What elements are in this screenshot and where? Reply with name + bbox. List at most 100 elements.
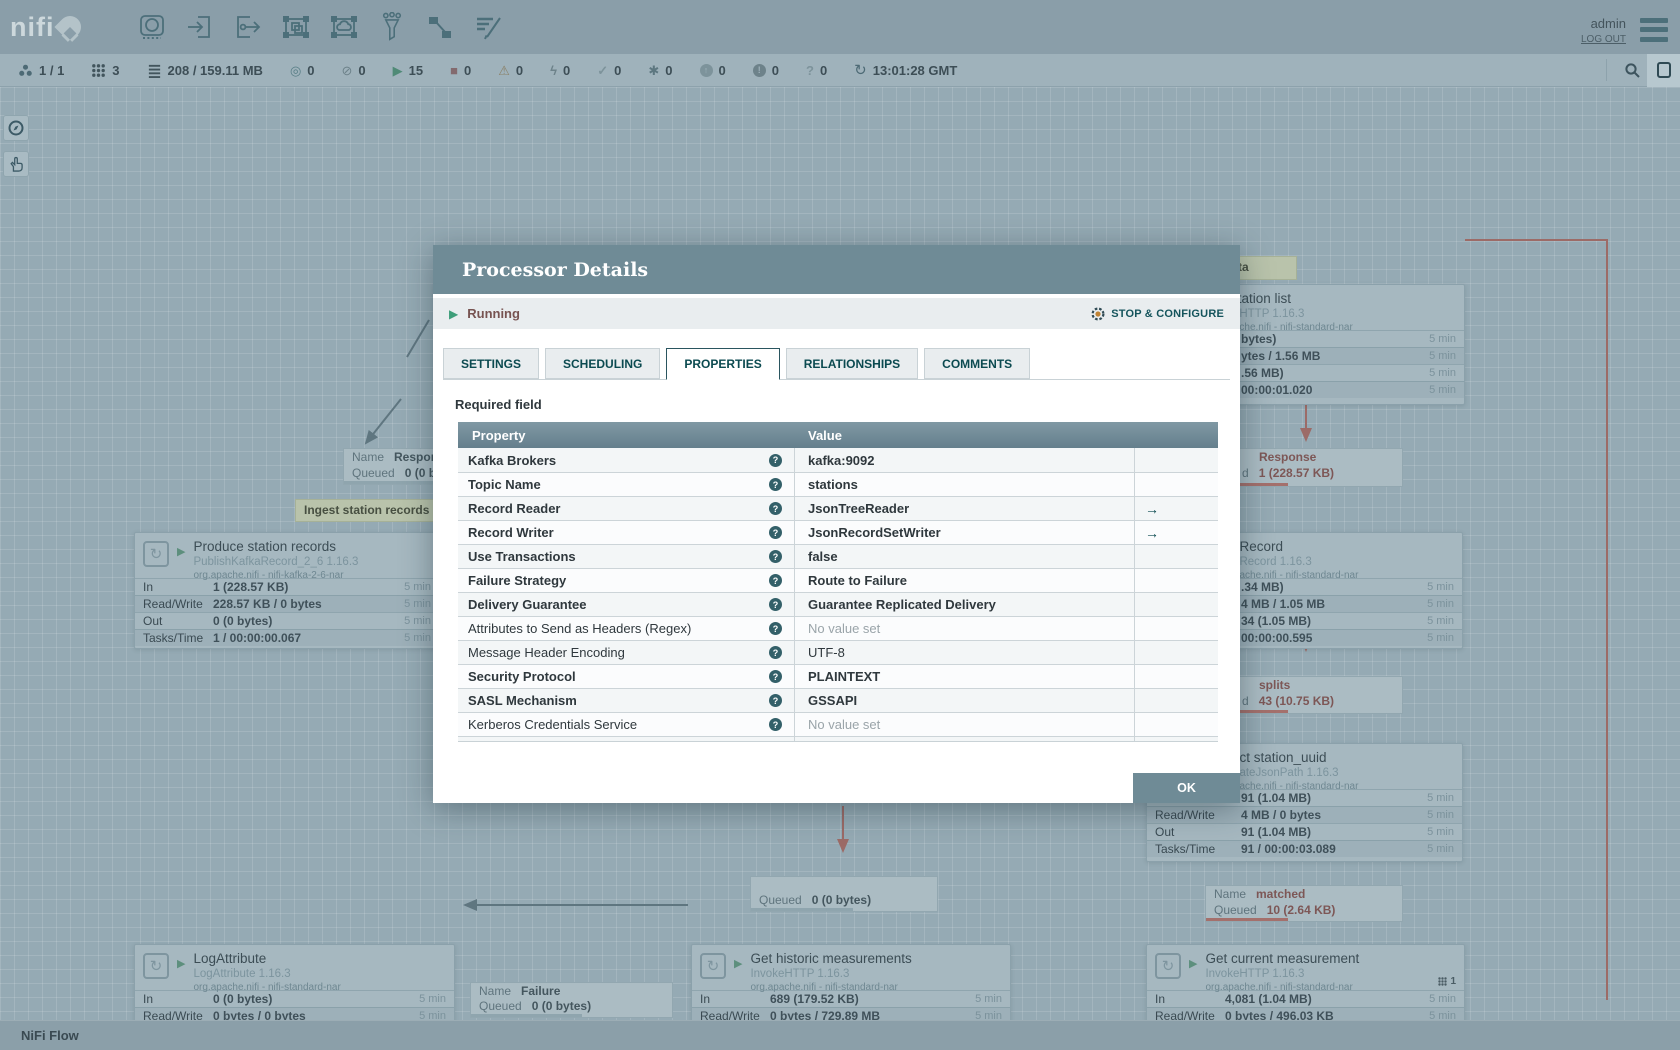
stat-label: Out [143, 614, 163, 628]
help-icon[interactable]: ? [769, 453, 782, 467]
ok-button[interactable]: OK [1133, 773, 1240, 803]
help-icon[interactable]: ? [769, 478, 782, 491]
tab-settings[interactable]: SETTINGS [443, 348, 540, 379]
funnel-icon[interactable] [375, 10, 409, 44]
processor-bundle: org.apache.nifi - nifi-standard-nar [750, 981, 898, 993]
property-value[interactable]: Route to Failure [794, 569, 1134, 592]
connection-name: matched [1256, 887, 1306, 901]
processor-title: Get historic measurements [750, 951, 912, 966]
processor-title: Record [1239, 539, 1283, 554]
property-row: Record Writer ? JsonRecordSetWriter → [458, 520, 1218, 544]
stat-window: 5 min [1427, 809, 1454, 821]
property-value[interactable]: No value set [794, 737, 1134, 741]
threads-icon [1438, 977, 1448, 986]
stat-value: 4 MB / 1.05 MB [1241, 597, 1326, 611]
settings-panel-button[interactable] [1647, 53, 1680, 87]
help-icon[interactable]: ? [769, 718, 782, 731]
property-value[interactable]: false [794, 545, 1134, 568]
label-icon[interactable] [471, 10, 505, 44]
canvas-label[interactable]: Ingest station records [295, 499, 447, 522]
connection-queued-mid[interactable]: Queued 0 (0 bytes) [750, 876, 938, 912]
help-icon[interactable]: ? [769, 526, 782, 539]
document-icon [1656, 62, 1671, 78]
dialog-header: Processor Details [433, 245, 1240, 294]
property-value[interactable]: GSSAPI [794, 689, 1134, 712]
processor-stat-row: Out 91 (1.04 MB) 5 min [1147, 823, 1462, 840]
output-port-icon[interactable] [231, 10, 265, 44]
help-icon[interactable]: ? [769, 622, 782, 635]
tab-properties[interactable]: PROPERTIES [666, 348, 780, 380]
property-value[interactable]: JsonTreeReader [794, 497, 1134, 520]
property-name: Failure Strategy [468, 573, 567, 588]
go-to-service-icon[interactable]: → [1145, 525, 1159, 541]
properties-table-body: Kafka Brokers ? kafka:9092 → Topic Name … [458, 448, 1218, 741]
property-name: Topic Name [468, 477, 541, 492]
tab-scheduling[interactable]: SCHEDULING [545, 348, 661, 379]
tab-relationships[interactable]: RELATIONSHIPS [785, 348, 919, 379]
processor-icon[interactable] [135, 10, 169, 44]
status-bar-right [1606, 53, 1680, 87]
processor-produce-station-records[interactable]: ↻ ▶ Produce station records PublishKafka… [134, 532, 440, 649]
hamburger-icon [1640, 17, 1668, 23]
value-column-header: Value [808, 427, 842, 443]
hand-tool-button[interactable] [3, 151, 29, 177]
hand-icon [10, 156, 23, 172]
help-icon[interactable]: ? [769, 670, 782, 683]
property-value[interactable]: stations [794, 473, 1134, 496]
property-value[interactable]: No value set [794, 617, 1134, 640]
help-icon[interactable]: ? [769, 598, 782, 611]
processor-type: Record 1.16.3 [1239, 555, 1312, 568]
active-threads-icon [91, 63, 106, 78]
running-status-icon: ▶ [449, 306, 459, 321]
connection-failure[interactable]: Name Failure Queued 0 (0 bytes) [470, 982, 673, 1018]
queue-size-bar [344, 481, 448, 484]
breadcrumb[interactable]: NiFi Flow [21, 1028, 79, 1043]
status-disabled: ϟ0 [550, 63, 570, 78]
thread-count-badge: 1 [1438, 976, 1456, 987]
property-value[interactable]: No value set [794, 713, 1134, 736]
search-button[interactable] [1617, 54, 1647, 86]
property-name: Kerberos Credentials Service [468, 717, 638, 732]
help-icon[interactable]: ? [769, 550, 782, 563]
connection-name: Failure [521, 983, 561, 998]
component-toolbar [135, 10, 505, 44]
processor-details-dialog: Processor Details ▶ Running STOP & CONFI… [433, 245, 1240, 803]
input-port-icon[interactable] [183, 10, 217, 44]
property-value[interactable]: Guarantee Replicated Delivery [794, 593, 1134, 616]
processor-title: Produce station records [193, 539, 337, 554]
stop-configure-label: STOP & CONFIGURE [1111, 307, 1224, 320]
separator [1606, 59, 1607, 81]
stop-and-configure-button[interactable]: STOP & CONFIGURE [1091, 306, 1224, 321]
logout-link[interactable]: LOG OUT [1581, 34, 1626, 45]
tab-comments[interactable]: COMMENTS [924, 348, 1031, 379]
processor-stat-row: Read/Write 4 MB / 0 bytes 5 min [1147, 806, 1462, 823]
process-group-icon[interactable] [279, 10, 313, 44]
property-value[interactable]: UTF-8 [794, 641, 1134, 664]
breadcrumb-bar: NiFi Flow [0, 1020, 1680, 1050]
running-status-icon: ▶ [177, 546, 186, 558]
connection-matched[interactable]: Name matched Queued 10 (2.64 KB) [1205, 885, 1403, 922]
property-row: Use Transactions ? false → [458, 544, 1218, 568]
processor-title: ct station_uuid [1239, 750, 1327, 765]
active-threads-count: 3 [112, 62, 120, 78]
help-icon[interactable]: ? [769, 646, 782, 659]
help-icon[interactable]: ? [769, 694, 782, 707]
property-value[interactable]: JsonRecordSetWriter [794, 521, 1134, 544]
connection-queued: 0 (0 bytes) [811, 893, 872, 908]
property-value[interactable]: kafka:9092 [794, 448, 1134, 472]
nifi-logo-text: nifi [10, 11, 55, 42]
stat-label: In [1155, 992, 1166, 1006]
remote-process-group-icon[interactable] [327, 10, 361, 44]
refresh-status[interactable]: ↻ 13:01:28 GMT [854, 63, 957, 78]
help-icon[interactable]: ? [769, 574, 782, 587]
stat-value: 91 (1.04 MB) [1241, 825, 1312, 839]
transmitting-icon: ◎ [289, 62, 302, 78]
global-menu-button[interactable] [1640, 17, 1668, 42]
help-icon[interactable]: ? [769, 502, 782, 515]
stat-value: .56 MB) [1241, 366, 1284, 380]
compass-button[interactable] [3, 115, 29, 141]
template-icon[interactable] [423, 10, 457, 44]
running-status-icon: ▶ [1189, 958, 1198, 970]
property-value[interactable]: PLAINTEXT [794, 665, 1134, 688]
go-to-service-icon[interactable]: → [1145, 501, 1159, 517]
